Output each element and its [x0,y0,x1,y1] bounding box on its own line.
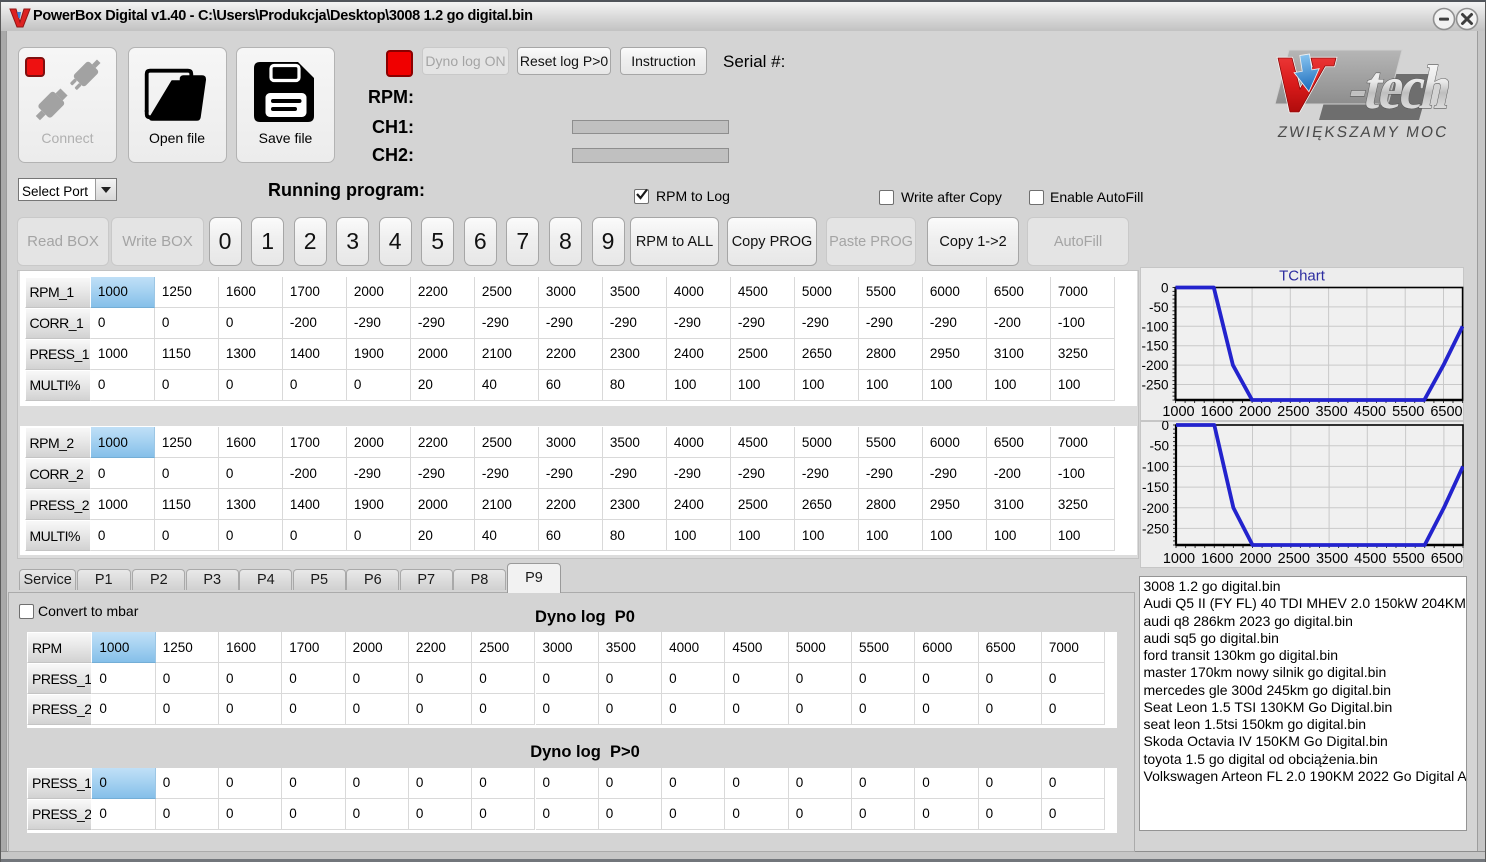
svg-text:1600: 1600 [1201,551,1233,567]
svg-text:-tech: -tech [1343,53,1458,122]
svg-text:-200: -200 [1142,500,1169,515]
svg-text:ZWIĘKSZAMY MOC: ZWIĘKSZAMY MOC [1277,124,1450,141]
svg-text:1000: 1000 [1162,404,1194,420]
svg-text:-100: -100 [1142,459,1169,474]
svg-text:-250: -250 [1142,521,1169,536]
svg-text:0: 0 [1161,281,1169,296]
svg-text:-50: -50 [1149,438,1169,453]
svg-text:0: 0 [1161,421,1169,433]
svg-text:2500: 2500 [1278,551,1310,567]
svg-text:-50: -50 [1149,300,1169,315]
svg-text:3500: 3500 [1316,551,1348,567]
svg-text:1000: 1000 [1163,551,1195,567]
svg-text:TChart: TChart [1279,268,1326,285]
svg-text:1600: 1600 [1201,404,1233,420]
svg-text:4500: 4500 [1354,404,1386,420]
svg-text:-150: -150 [1142,480,1169,495]
svg-text:2000: 2000 [1239,404,1271,420]
svg-text:-200: -200 [1141,358,1168,373]
svg-text:-250: -250 [1141,378,1168,393]
svg-text:-100: -100 [1141,319,1168,334]
svg-text:3500: 3500 [1315,404,1347,420]
svg-text:2500: 2500 [1277,404,1309,420]
svg-text:-150: -150 [1141,339,1168,354]
svg-text:2000: 2000 [1239,551,1271,567]
svg-text:4500: 4500 [1354,551,1386,567]
svg-text:6500: 6500 [1431,551,1463,567]
svg-text:6500: 6500 [1430,404,1462,420]
svg-text:5500: 5500 [1392,404,1424,420]
svg-text:5500: 5500 [1392,551,1424,567]
